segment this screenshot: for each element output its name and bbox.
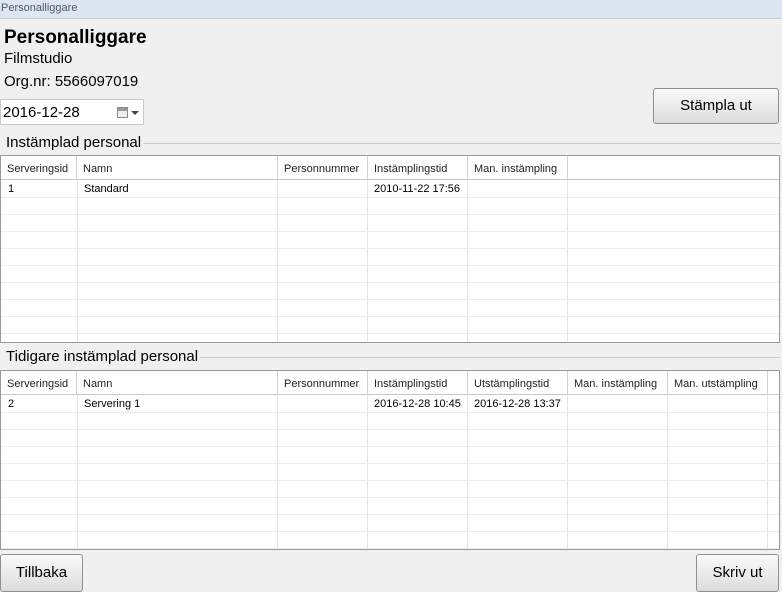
table-header: Serveringsid Namn Personnummer Instämpli…	[1, 371, 779, 395]
table-row-empty	[1, 430, 779, 447]
table-row[interactable]: 1 Standard 2010-11-22 17:56	[1, 181, 779, 198]
column-header-man-instampling[interactable]: Man. instämpling	[468, 156, 568, 180]
table-row-empty	[1, 317, 779, 334]
company-name: Filmstudio	[4, 50, 73, 67]
skriv-ut-button[interactable]: Skriv ut	[696, 554, 779, 592]
table-row-empty	[1, 300, 779, 317]
table-row-empty	[1, 498, 779, 515]
cell-personnummer	[277, 396, 367, 413]
table-row-empty	[1, 447, 779, 464]
cell-namn: Servering 1	[84, 398, 141, 410]
table-row-empty	[1, 198, 779, 215]
table-row-empty	[1, 266, 779, 283]
cell-instamplingstid: 2016-12-28 10:45	[374, 398, 461, 410]
column-header-personnummer[interactable]: Personnummer	[278, 156, 368, 180]
table-row-empty	[1, 249, 779, 266]
column-header-namn[interactable]: Namn	[77, 156, 278, 180]
column-header-serveringsid[interactable]: Serveringsid	[1, 371, 77, 395]
cell-personnummer	[277, 181, 367, 198]
stampla-ut-button[interactable]: Stämpla ut	[653, 88, 779, 124]
page-title: Personalliggare	[4, 27, 147, 48]
cell-man-instampling	[467, 181, 567, 198]
cell-man-utstampling	[667, 396, 767, 413]
window-title: Personalliggare	[1, 2, 78, 14]
checked-out-section-title: Tidigare instämplad personal	[6, 348, 201, 365]
table-header: Serveringsid Namn Personnummer Instämpli…	[1, 156, 779, 180]
cell-serveringsid: 1	[8, 183, 15, 195]
window-titlebar: Personalliggare	[0, 0, 782, 19]
table-row-empty	[1, 481, 779, 498]
table-row[interactable]: 2 Servering 1 2016-12-28 10:45 2016-12-2…	[1, 396, 779, 413]
cell-instamplingstid: 2010-11-22 17:56	[374, 183, 461, 195]
column-header-namn[interactable]: Namn	[77, 371, 278, 395]
org-number: Org.nr: 5566097019	[4, 73, 139, 90]
column-header-personnummer[interactable]: Personnummer	[278, 371, 368, 395]
column-header-utstamplingstid[interactable]: Utstämplingstid	[468, 371, 568, 395]
column-header-instamplingstid[interactable]: Instämplingstid	[368, 371, 468, 395]
checked-out-table[interactable]: Serveringsid Namn Personnummer Instämpli…	[0, 370, 780, 550]
checked-in-section-title: Instämplad personal	[6, 134, 144, 151]
table-row-empty	[1, 232, 779, 249]
table-row-empty	[1, 515, 779, 532]
column-header-man-instampling[interactable]: Man. instämpling	[568, 371, 668, 395]
date-picker-value[interactable]: 2016-12-28	[3, 104, 80, 121]
cell-namn: Standard	[84, 183, 129, 195]
table-row-empty	[1, 215, 779, 232]
column-header-serveringsid[interactable]: Serveringsid	[1, 156, 77, 180]
chevron-down-icon[interactable]	[131, 111, 139, 115]
calendar-icon[interactable]	[117, 107, 128, 118]
table-row-empty	[1, 413, 779, 430]
date-picker[interactable]: 2016-12-28	[0, 99, 144, 125]
table-row-empty	[1, 283, 779, 300]
table-row-empty	[1, 464, 779, 481]
cell-serveringsid: 2	[8, 398, 15, 410]
cell-utstamplingstid: 2016-12-28 13:37	[474, 398, 561, 410]
table-row-empty	[1, 532, 779, 549]
tillbaka-button[interactable]: Tillbaka	[0, 554, 83, 592]
column-header-instamplingstid[interactable]: Instämplingstid	[368, 156, 468, 180]
checked-in-table[interactable]: Serveringsid Namn Personnummer Instämpli…	[0, 155, 780, 343]
column-header-man-utstampling[interactable]: Man. utstämpling	[668, 371, 768, 395]
cell-man-instampling	[567, 396, 667, 413]
